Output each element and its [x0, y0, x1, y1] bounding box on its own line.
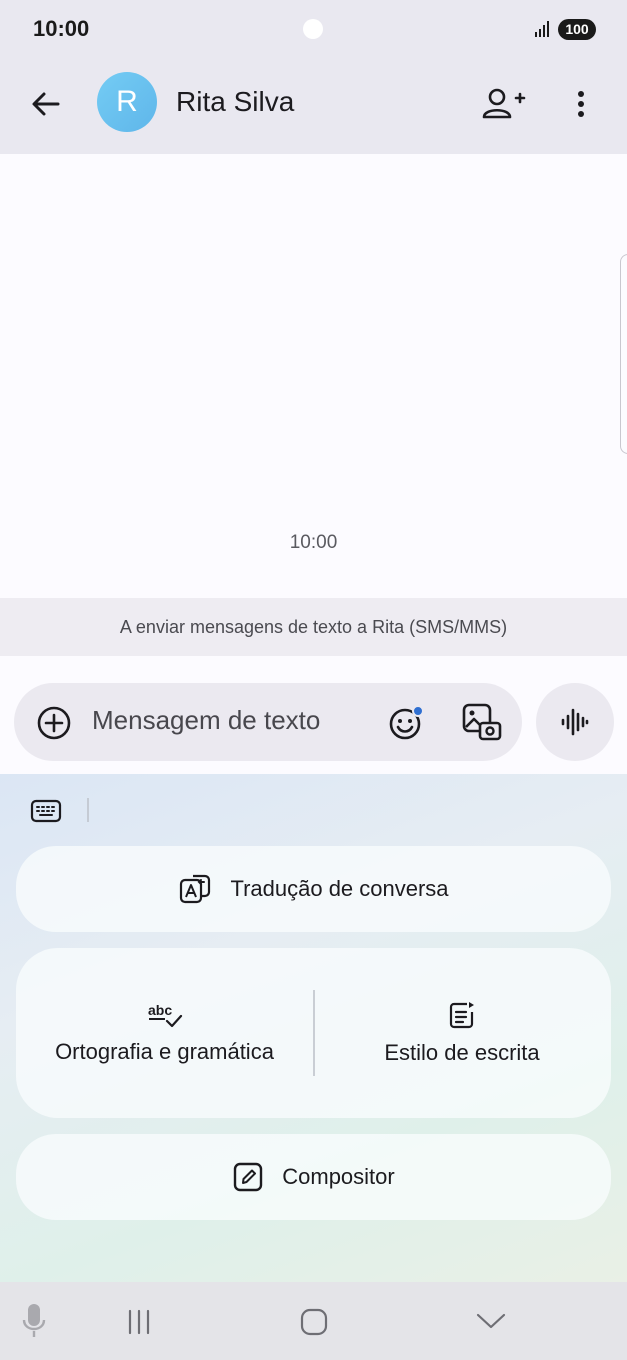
writing-assist-panel: Tradução de conversa abc Ortografia e gr… — [0, 774, 627, 1282]
svg-text:abc: abc — [148, 1002, 172, 1018]
writing-style-label: Estilo de escrita — [384, 1040, 540, 1065]
spelling-grammar-label: Ortografia e gramática — [55, 1039, 274, 1064]
voice-record-button[interactable] — [536, 683, 614, 761]
writing-style-button[interactable]: Estilo de escrita — [313, 948, 611, 1118]
arrow-back-icon[interactable] — [26, 84, 66, 124]
recents-icon[interactable] — [124, 1308, 154, 1336]
conversation-area[interactable]: 10:00 — [0, 154, 627, 598]
scroll-handle[interactable] — [620, 254, 627, 454]
status-bar: 10:00 100 — [0, 0, 627, 58]
sms-info-banner: A enviar mensagens de texto a Rita (SMS/… — [0, 598, 627, 656]
chevron-down-icon[interactable] — [474, 1310, 508, 1332]
translate-label: Tradução de conversa — [230, 876, 449, 901]
composer-label: Compositor — [282, 1164, 395, 1189]
compose-area: Mensagem de texto — [0, 656, 627, 774]
navigation-bar — [0, 1282, 627, 1360]
battery-indicator: 100 — [558, 19, 596, 40]
emoji-icon[interactable] — [386, 703, 426, 743]
translate-icon — [180, 874, 211, 904]
camera-cutout — [303, 19, 323, 39]
keyboard-icon[interactable] — [30, 798, 62, 824]
toolbar-divider — [87, 798, 89, 822]
writing-tools-card: abc Ortografia e gramática Estilo de esc… — [16, 948, 611, 1118]
app-bar: R Rita Silva — [0, 58, 627, 154]
home-icon[interactable] — [298, 1306, 330, 1338]
status-time: 10:00 — [33, 16, 90, 41]
microphone-icon[interactable] — [20, 1302, 48, 1340]
add-circle-icon[interactable] — [36, 705, 72, 741]
message-timestamp: 10:00 — [289, 532, 338, 553]
more-vert-icon[interactable] — [566, 84, 596, 124]
writing-style-icon — [449, 1002, 474, 1029]
edit-icon — [234, 1162, 263, 1192]
composer-button[interactable]: Compositor — [16, 1134, 611, 1220]
spellcheck-icon: abc — [148, 1002, 182, 1028]
message-input[interactable]: Mensagem de texto — [92, 705, 320, 736]
compose-bar[interactable]: Mensagem de texto — [14, 683, 522, 761]
avatar[interactable]: R — [97, 72, 157, 132]
signal-bars-icon — [535, 21, 549, 37]
contact-name[interactable]: Rita Silva — [176, 86, 294, 118]
spelling-grammar-button[interactable]: abc Ortografia e gramática — [16, 948, 313, 1118]
voice-waveform-icon — [561, 708, 589, 736]
gallery-icon[interactable] — [460, 701, 504, 745]
person-add-icon[interactable] — [480, 84, 528, 124]
translate-conversation-button[interactable]: Tradução de conversa — [16, 846, 611, 932]
